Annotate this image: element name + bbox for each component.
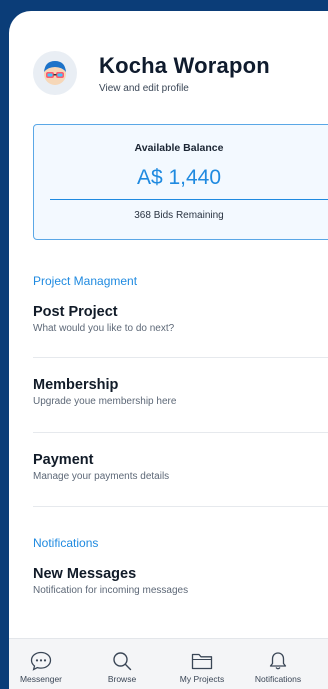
bell-icon [269, 652, 287, 670]
avatar-glasses-icon[interactable] [33, 51, 77, 95]
divider [33, 432, 328, 433]
profile-screen: Kocha Worapon View and edit profile Avai… [9, 11, 328, 689]
menu-item-description: Upgrade youe membership here [33, 396, 177, 407]
tab-browse[interactable]: Browse [87, 639, 157, 684]
tab-messenger[interactable]: Messenger [9, 639, 76, 684]
profile-name: Kocha Worapon [99, 52, 270, 78]
menu-item-new-messages[interactable]: New Messages Notification for incoming m… [33, 566, 328, 596]
menu-item-membership[interactable]: Membership Upgrade youe membership here [33, 377, 328, 407]
balance-card: Available Balance A$ 1,440 368 Bids Rema… [33, 124, 328, 240]
chat-bubble-icon [30, 651, 52, 671]
bottom-tab-bar: Messenger Browse My Projects Notificatio… [9, 638, 328, 689]
menu-item-description: What would you like to do next? [33, 323, 175, 334]
section-title-notifications: Notifications [33, 536, 99, 550]
profile-header[interactable]: Kocha Worapon View and edit profile [33, 51, 270, 95]
balance-label: Available Balance [134, 142, 224, 154]
menu-item-description: Notification for incoming messages [33, 585, 189, 596]
tab-label: Notifications [254, 674, 302, 684]
menu-item-post-project[interactable]: Post Project What would you like to do n… [33, 304, 328, 334]
section-title-project-management: Project Managment [33, 274, 138, 288]
divider [33, 357, 328, 358]
menu-item-title: Post Project [33, 304, 118, 320]
menu-item-description: Manage your payments details [33, 471, 170, 482]
menu-item-title: New Messages [33, 566, 137, 582]
folder-icon [191, 653, 213, 670]
menu-item-payment[interactable]: Payment Manage your payments details [33, 452, 328, 482]
tab-label: My Projects [179, 674, 225, 684]
bids-remaining: 368 Bids Remaining [134, 210, 224, 221]
tab-notifications[interactable]: Notifications [243, 639, 313, 684]
divider [33, 506, 328, 507]
menu-item-title: Payment [33, 452, 94, 468]
menu-item-title: Membership [33, 377, 119, 393]
tab-my-projects[interactable]: My Projects [167, 639, 237, 684]
balance-amount: A$ 1,440 [136, 166, 222, 189]
profile-subtitle[interactable]: View and edit profile [99, 83, 270, 94]
search-icon [113, 652, 132, 671]
tab-label: Browse [107, 674, 137, 684]
balance-divider [50, 199, 328, 200]
tab-label: Messenger [19, 674, 63, 684]
